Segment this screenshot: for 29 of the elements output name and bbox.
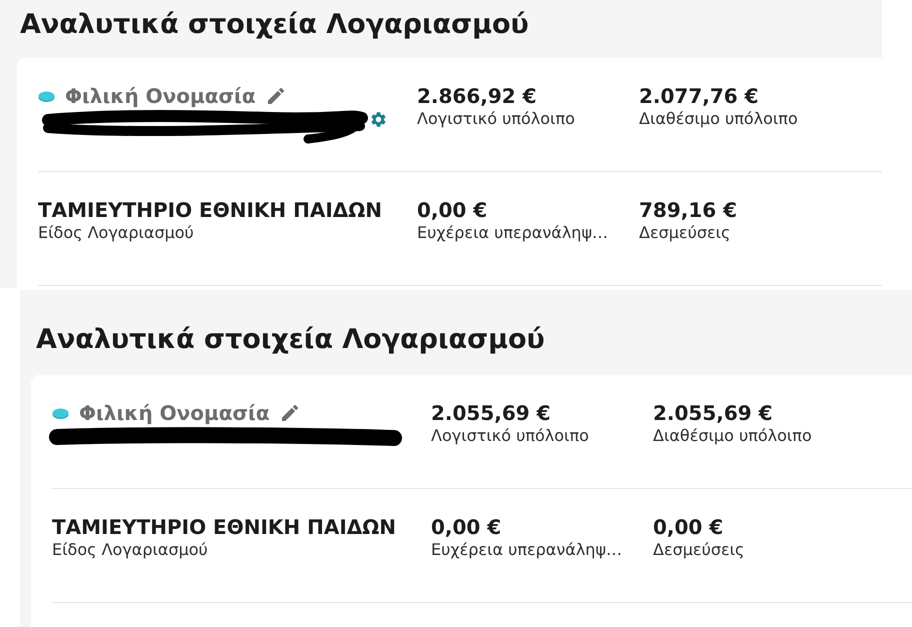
page-title: Αναλυτικά στοιχεία Λογαριασμού [20,8,529,42]
amount-value: 0,00 € [653,515,724,539]
amount-label: Διαθέσιμο υπόλοιπο [653,425,812,447]
amount-value: 2.055,69 € [431,401,551,425]
amount-value: 2.866,92 € [417,84,537,108]
amount-label: Ευχέρεια υπερανάληψ… [431,539,622,561]
amount-value: 789,16 € [639,198,738,222]
pencil-icon[interactable] [268,88,284,104]
account-type-label: Είδος Λογαριασμού [52,539,208,561]
amount-value: 2.077,76 € [639,84,759,108]
friendly-name: Φιλική Ονομασία [79,401,270,425]
amount-value: 0,00 € [431,515,502,539]
friendly-name: Φιλική Ονομασία [65,84,256,108]
account-type-label: Είδος Λογαριασμού [38,222,194,244]
page-title: Αναλυτικά στοιχεία Λογαριασμού [36,323,545,357]
pencil-icon[interactable] [282,405,298,421]
disc-icon [52,408,69,418]
amount-value: 0,00 € [417,198,488,222]
amount-value: 2.055,69 € [653,401,773,425]
account-type-name: ΤΑΜΙΕΥΤΗΡΙΟ ΕΘΝΙΚΗ ΠΑΙΔΩΝ [52,515,396,539]
disc-icon [38,90,55,102]
amount-label: Δεσμεύσεις [639,222,730,244]
amount-label: Ευχέρεια υπερανάληψ… [417,222,608,244]
amount-label: Δεσμεύσεις [653,539,744,561]
gear-icon[interactable] [371,112,386,126]
account-type-name: ΤΑΜΙΕΥΤΗΡΙΟ ΕΘΝΙΚΗ ΠΑΙΔΩΝ [38,198,382,222]
amount-label: Λογιστικό υπόλοιπο [417,108,575,130]
amount-label: Λογιστικό υπόλοιπο [431,425,589,447]
amount-label: Διαθέσιμο υπόλοιπο [639,108,798,130]
